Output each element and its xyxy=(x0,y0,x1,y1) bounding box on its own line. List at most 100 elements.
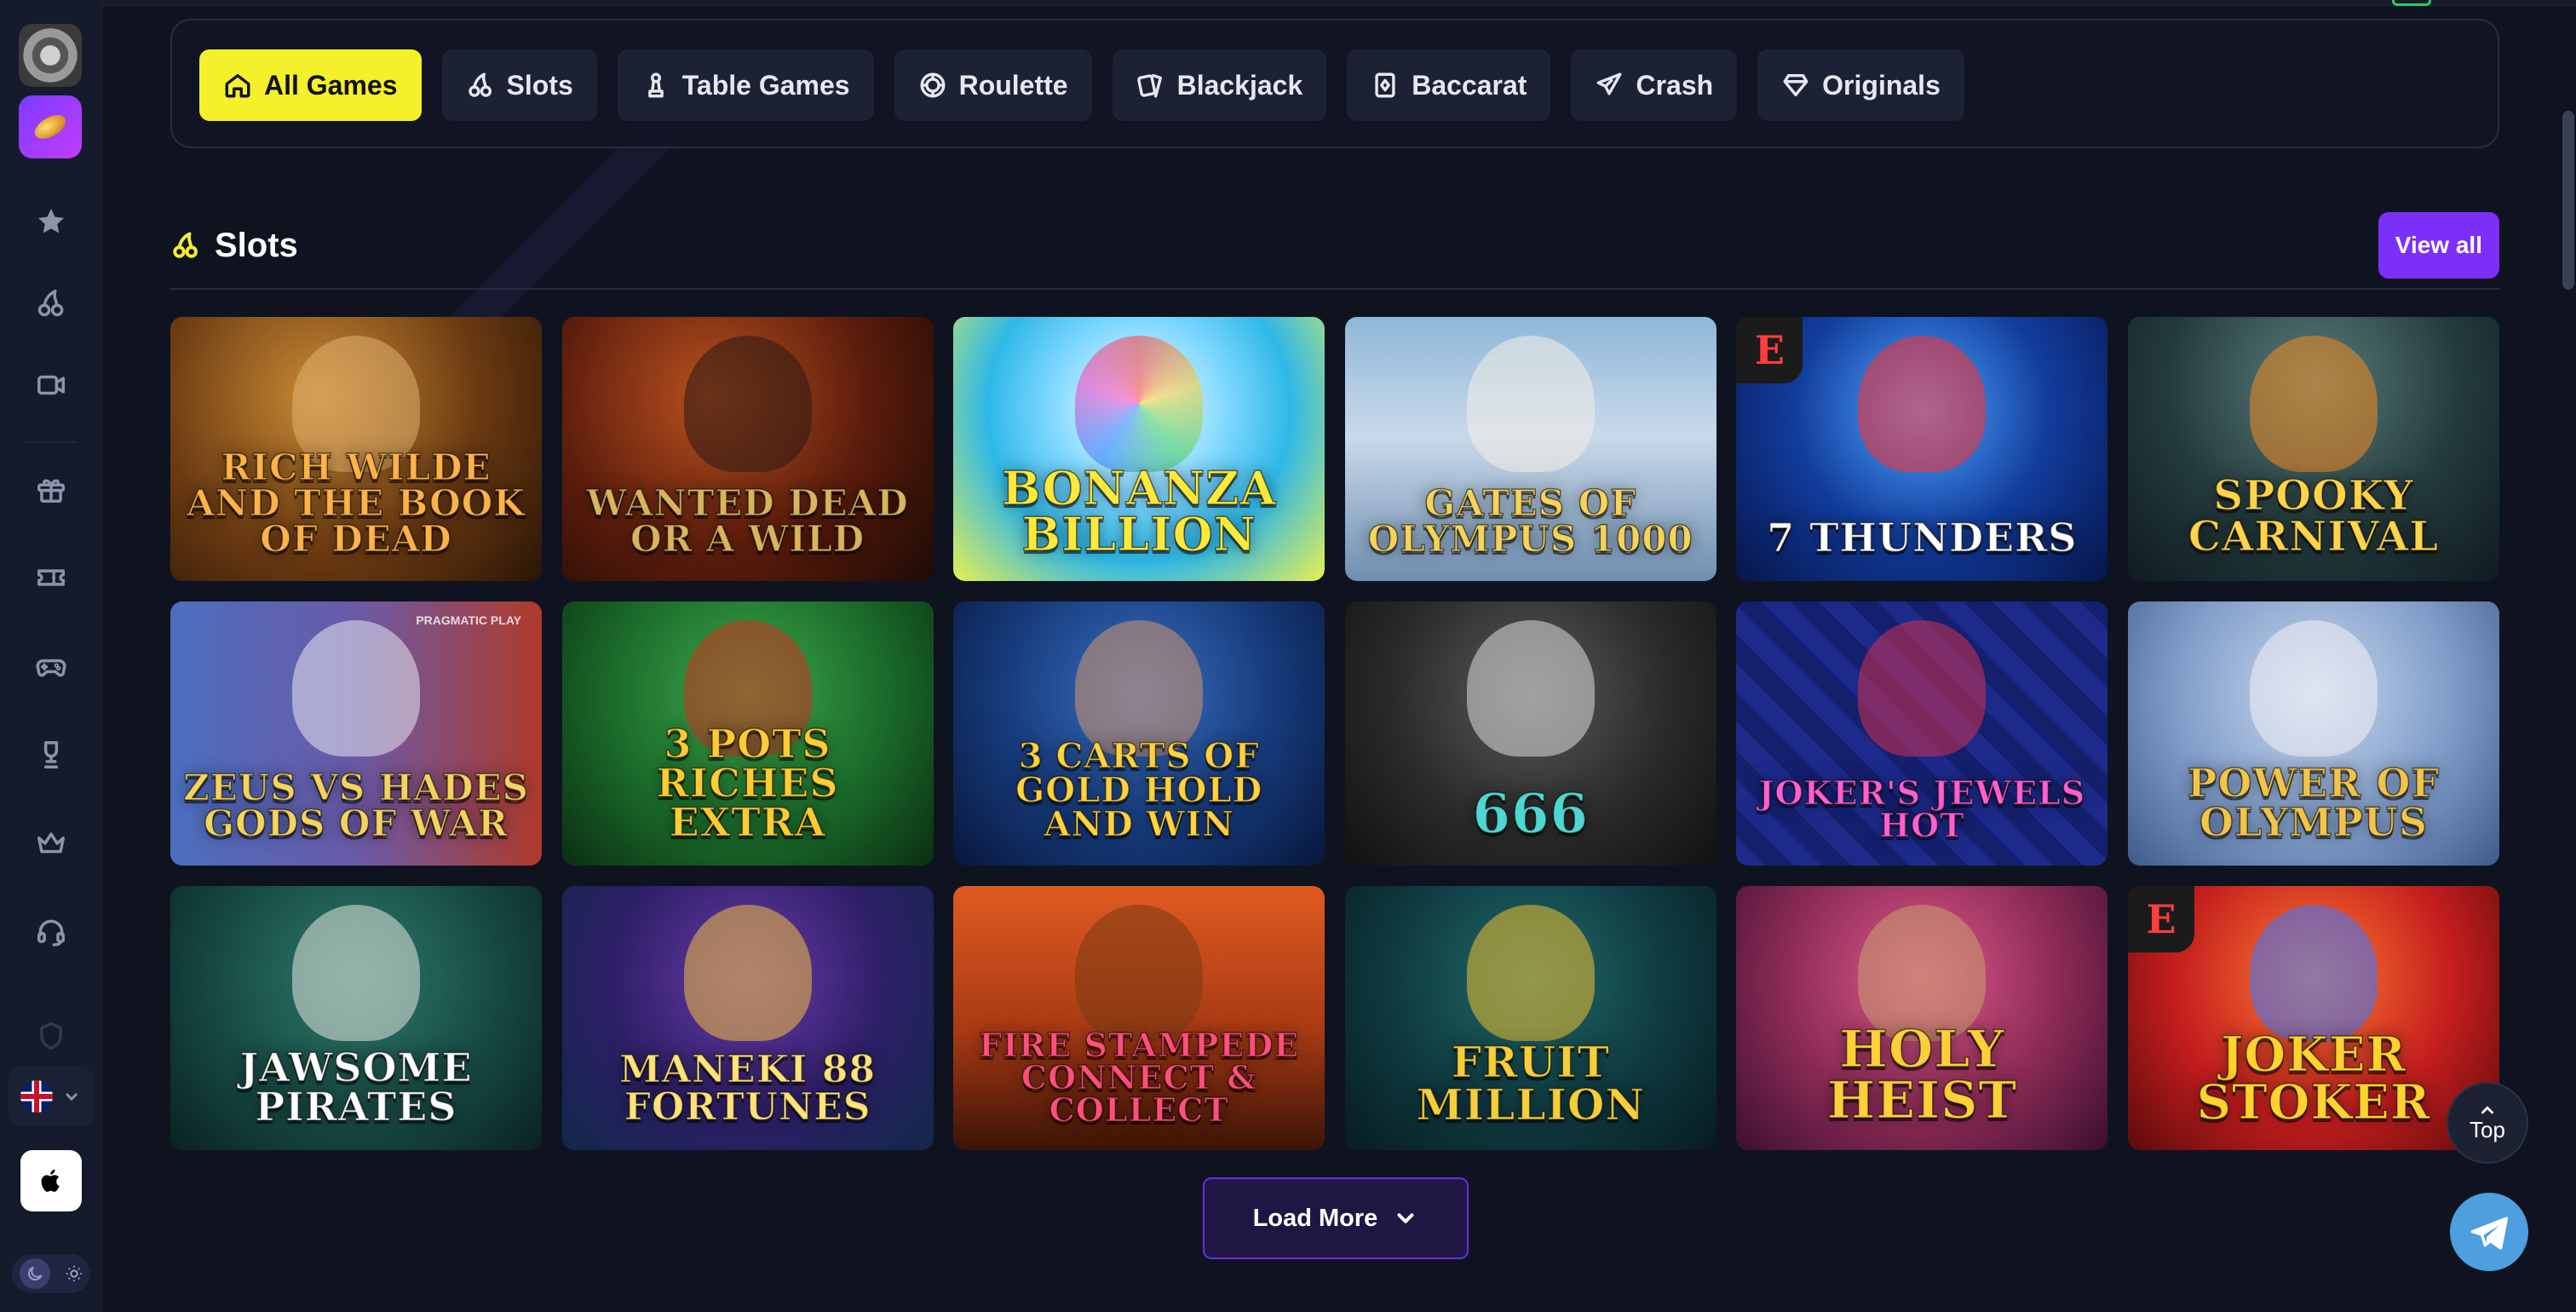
filter-label: All Games xyxy=(264,69,398,101)
game-tile[interactable]: Spooky Carnival xyxy=(2127,317,2499,581)
provider-badge: E xyxy=(1736,317,1803,383)
view-all-button[interactable]: View all xyxy=(2378,212,2499,279)
section-title-text: Slots xyxy=(215,226,298,264)
filter-table-games[interactable]: Table Games xyxy=(617,49,874,121)
game-title: 3 Carts of Gold Hold and Win xyxy=(1015,736,1263,844)
filter-originals[interactable]: Originals xyxy=(1757,49,1964,121)
top-label: Top xyxy=(2470,1116,2505,1142)
game-tile[interactable]: Holy Heist xyxy=(1736,886,2108,1150)
game-title: Fruit Million xyxy=(1416,1037,1646,1130)
game-tile[interactable]: 3 Carts of Gold Hold and Win xyxy=(953,601,1325,866)
section-divider xyxy=(170,288,2499,290)
game-title: Fire Stampede Connect & Collect xyxy=(978,1026,1300,1129)
filter-label: Baccarat xyxy=(1412,69,1527,101)
telegram-button[interactable] xyxy=(2450,1193,2528,1271)
game-tile[interactable]: Bonanza Billion xyxy=(953,317,1325,581)
game-artwork xyxy=(683,905,812,1041)
live-video-camera-icon[interactable] xyxy=(20,354,82,416)
slots-game-grid: Rich Wilde and the Book of Dead Wanted D… xyxy=(170,317,2499,1150)
apple-app-button[interactable] xyxy=(20,1150,82,1211)
game-title: Wanted Dead or a Wild xyxy=(586,482,909,560)
game-tile[interactable]: 3 Pots Riches Extra xyxy=(561,601,934,866)
game-title: Holy Heist xyxy=(1826,1020,2018,1131)
game-title: 666 xyxy=(1472,782,1590,846)
support-headset-icon[interactable] xyxy=(20,901,82,963)
filter-label: Blackjack xyxy=(1176,69,1303,101)
game-tile[interactable]: Fruit Million xyxy=(1344,886,1716,1150)
game-tile[interactable]: PRAGMATIC PLAY Zeus vs Hades Gods of War xyxy=(170,601,542,866)
gamepad-icon[interactable] xyxy=(20,636,82,697)
filter-roulette[interactable]: Roulette xyxy=(894,49,1092,121)
shield-icon xyxy=(20,1005,82,1067)
brand-logo-icon[interactable] xyxy=(19,24,82,87)
game-artwork xyxy=(1858,620,1987,757)
card-diamond-icon xyxy=(1375,72,1395,98)
game-tile[interactable]: E Joker Stoker xyxy=(2127,886,2499,1150)
game-artwork xyxy=(1075,336,1204,472)
moon-icon xyxy=(19,1258,50,1289)
game-tile[interactable]: Joker's Jewels Hot xyxy=(1736,601,2108,866)
filter-label: Crash xyxy=(1636,69,1714,101)
gift-icon[interactable] xyxy=(20,458,82,520)
game-title: Joker's Jewels Hot xyxy=(1758,774,2086,844)
filter-crash[interactable]: Crash xyxy=(1571,49,1738,121)
game-title: Zeus vs Hades Gods of War xyxy=(182,767,529,844)
filter-all-games[interactable]: All Games xyxy=(199,49,422,121)
cherries-icon xyxy=(468,72,492,97)
main-content: All Games Slots Table Games Roulette Bla… xyxy=(102,0,2576,1312)
plane-icon xyxy=(1597,72,1622,95)
game-artwork xyxy=(292,905,420,1041)
game-artwork xyxy=(1466,905,1595,1041)
game-artwork xyxy=(683,336,812,472)
filter-baccarat[interactable]: Baccarat xyxy=(1347,49,1551,121)
filter-slots[interactable]: Slots xyxy=(441,49,597,121)
uk-flag-icon xyxy=(20,1080,53,1113)
sun-icon xyxy=(66,1265,82,1282)
theme-toggle[interactable] xyxy=(12,1254,90,1293)
sidebar xyxy=(0,0,102,1312)
load-more-button[interactable]: Load More xyxy=(1203,1177,1469,1259)
game-artwork xyxy=(2249,905,2378,1041)
provider-label: PRAGMATIC PLAY xyxy=(416,613,521,627)
slots-cherries-icon[interactable] xyxy=(20,273,82,334)
top-header-strip xyxy=(102,0,2576,7)
game-artwork xyxy=(2249,620,2378,757)
page-scrollbar[interactable] xyxy=(2562,111,2574,290)
game-title: Gates of Olympus 1000 xyxy=(1367,482,1693,560)
game-title: Bonanza Billion xyxy=(1001,461,1277,561)
game-artwork xyxy=(2249,336,2378,472)
favorites-star-icon[interactable] xyxy=(20,191,82,252)
game-tile[interactable]: Jawsome Pirates xyxy=(170,886,542,1150)
chevron-down-icon xyxy=(1397,1213,1414,1223)
game-tile[interactable]: 666 xyxy=(1344,601,1716,866)
game-tile[interactable]: Fire Stampede Connect & Collect xyxy=(953,886,1325,1150)
diamond-icon xyxy=(1783,73,1808,97)
crown-icon[interactable] xyxy=(20,813,82,874)
cherries-icon xyxy=(173,232,198,258)
filter-label: Originals xyxy=(1822,69,1941,101)
home-icon xyxy=(225,73,250,98)
game-title: Spooky Carnival xyxy=(2188,472,2440,561)
language-selector[interactable] xyxy=(9,1067,94,1126)
ticket-icon[interactable] xyxy=(20,547,82,608)
chess-pawn-icon xyxy=(647,72,664,98)
game-tile[interactable]: Power of Olympus xyxy=(2127,601,2499,866)
scroll-to-top-button[interactable]: Top xyxy=(2447,1082,2528,1164)
slots-section-header: Slots View all xyxy=(170,203,2499,288)
trophy-icon[interactable] xyxy=(20,724,82,785)
apple-icon xyxy=(41,1169,60,1192)
provider-badge: E xyxy=(2127,886,2194,952)
game-tile[interactable]: Wanted Dead or a Wild xyxy=(561,317,934,581)
game-tile[interactable]: Gates of Olympus 1000 xyxy=(1344,317,1716,581)
game-title: 7 Thunders xyxy=(1766,515,2078,561)
game-title: Jawsome Pirates xyxy=(239,1044,473,1130)
filter-blackjack[interactable]: Blackjack xyxy=(1112,49,1327,121)
game-tile[interactable]: E 7 Thunders xyxy=(1736,317,2108,581)
game-title: Maneki 88 Fortunes xyxy=(618,1048,877,1129)
game-tile[interactable]: Rich Wilde and the Book of Dead xyxy=(170,317,542,581)
app-logo-icon[interactable] xyxy=(19,95,82,158)
game-tile[interactable]: Maneki 88 Fortunes xyxy=(561,886,934,1150)
game-artwork xyxy=(1466,620,1595,757)
game-artwork xyxy=(1075,905,1204,1041)
telegram-icon xyxy=(2470,1217,2509,1250)
